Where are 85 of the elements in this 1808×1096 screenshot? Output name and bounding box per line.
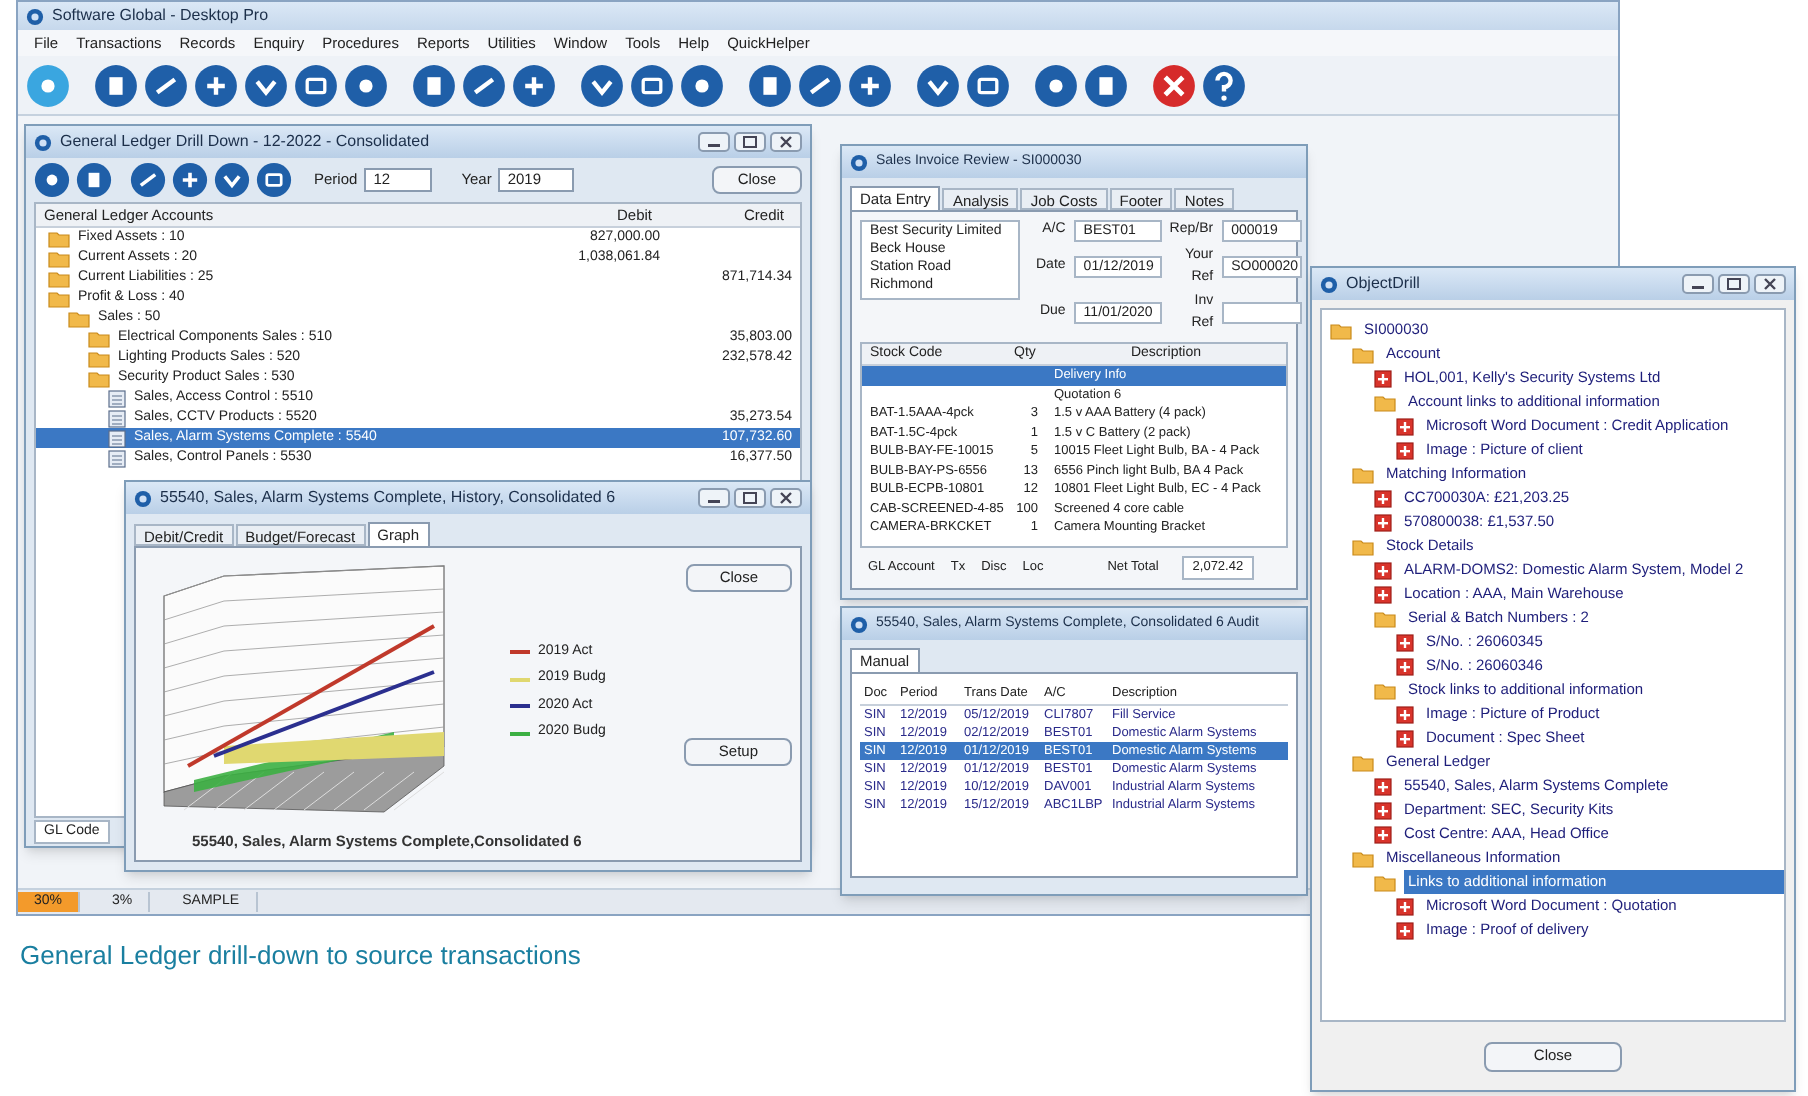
close-button[interactable] bbox=[1754, 274, 1786, 294]
toolbar-icon[interactable] bbox=[256, 162, 292, 198]
toolbar-icon[interactable] bbox=[412, 63, 456, 107]
folder-icon bbox=[1352, 753, 1374, 771]
folder-icon bbox=[1330, 321, 1352, 339]
document-icon bbox=[1396, 705, 1414, 723]
app-icon bbox=[850, 615, 868, 633]
toolbar-icon[interactable] bbox=[344, 63, 388, 107]
toolbar-icon[interactable] bbox=[244, 63, 288, 107]
document-icon bbox=[1396, 417, 1414, 435]
folder-icon bbox=[48, 249, 70, 267]
app-icon bbox=[26, 7, 44, 25]
close-button[interactable] bbox=[770, 488, 802, 508]
document-icon bbox=[1374, 489, 1392, 507]
folder-icon bbox=[1352, 537, 1374, 555]
window-title: 55540, Sales, Alarm Systems Complete, History, Consolidated 6 bbox=[160, 486, 616, 510]
document-icon bbox=[1374, 369, 1392, 387]
caption: General Ledger drill-down to source transactions bbox=[20, 938, 581, 974]
toolbar-icon[interactable] bbox=[966, 63, 1010, 107]
toolbar-icon[interactable] bbox=[748, 63, 792, 107]
ledger-icon bbox=[108, 449, 126, 467]
folder-icon bbox=[1374, 609, 1396, 627]
toolbar-icon[interactable] bbox=[26, 63, 70, 107]
toolbar-icon[interactable] bbox=[580, 63, 624, 107]
app-icon bbox=[134, 489, 152, 507]
document-icon bbox=[1374, 561, 1392, 579]
maximize-button[interactable] bbox=[1718, 274, 1750, 294]
toolbar-icon[interactable] bbox=[1034, 63, 1078, 107]
folder-icon bbox=[68, 309, 90, 327]
toolbar-icon[interactable] bbox=[214, 162, 250, 198]
toolbar-icon[interactable] bbox=[798, 63, 842, 107]
maximize-button[interactable] bbox=[734, 132, 766, 152]
minimize-button[interactable] bbox=[698, 132, 730, 152]
document-icon bbox=[1396, 441, 1414, 459]
document-icon bbox=[1396, 897, 1414, 915]
folder-icon bbox=[48, 269, 70, 287]
document-icon bbox=[1374, 513, 1392, 531]
minimize-button[interactable] bbox=[1682, 274, 1714, 294]
window-title: General Ledger Drill Down - 12-2022 - Consolidated bbox=[60, 130, 430, 154]
toolbar-icon[interactable] bbox=[94, 63, 138, 107]
input-field[interactable] bbox=[1221, 302, 1302, 324]
toolbar-icon[interactable] bbox=[76, 162, 112, 198]
folder-icon bbox=[88, 329, 110, 347]
toolbar-icon[interactable] bbox=[294, 63, 338, 107]
ledger-icon bbox=[108, 389, 126, 407]
toolbar-icon[interactable] bbox=[462, 63, 506, 107]
folder-icon bbox=[48, 289, 70, 307]
ledger-icon bbox=[108, 429, 126, 447]
folder-icon bbox=[88, 349, 110, 367]
folder-icon bbox=[1374, 681, 1396, 699]
document-icon bbox=[1396, 729, 1414, 747]
toolbar-icon[interactable] bbox=[1084, 63, 1128, 107]
document-icon bbox=[1396, 921, 1414, 939]
app-icon bbox=[1320, 275, 1338, 293]
toolbar-icon[interactable] bbox=[916, 63, 960, 107]
toolbar-icon[interactable] bbox=[144, 63, 188, 107]
window-title: ObjectDrill bbox=[1346, 272, 1420, 296]
document-icon bbox=[1374, 777, 1392, 795]
folder-icon bbox=[1374, 393, 1396, 411]
folder-icon bbox=[88, 369, 110, 387]
toolbar-icon[interactable] bbox=[848, 63, 892, 107]
folder-icon bbox=[1352, 849, 1374, 867]
app-icon bbox=[34, 133, 52, 151]
toolbar-icon[interactable] bbox=[34, 162, 70, 198]
close-icon[interactable] bbox=[1152, 63, 1196, 107]
close-button[interactable] bbox=[770, 132, 802, 152]
document-icon bbox=[1396, 633, 1414, 651]
window-title: Software Global - Desktop Pro bbox=[52, 4, 269, 28]
minimize-button[interactable] bbox=[698, 488, 730, 508]
app-icon bbox=[850, 153, 868, 171]
document-icon bbox=[1396, 657, 1414, 675]
document-icon bbox=[1374, 801, 1392, 819]
toolbar-icon[interactable] bbox=[130, 162, 166, 198]
help-icon[interactable] bbox=[1202, 63, 1246, 107]
toolbar-icon[interactable] bbox=[172, 162, 208, 198]
document-icon bbox=[1374, 585, 1392, 603]
folder-icon bbox=[1352, 345, 1374, 363]
toolbar-icon[interactable] bbox=[630, 63, 674, 107]
document-icon bbox=[1374, 825, 1392, 843]
toolbar-icon[interactable] bbox=[194, 63, 238, 107]
folder-icon bbox=[1352, 465, 1374, 483]
toolbar-icon[interactable] bbox=[680, 63, 724, 107]
maximize-button[interactable] bbox=[734, 488, 766, 508]
toolbar-icon[interactable] bbox=[512, 63, 556, 107]
ledger-icon bbox=[108, 409, 126, 427]
